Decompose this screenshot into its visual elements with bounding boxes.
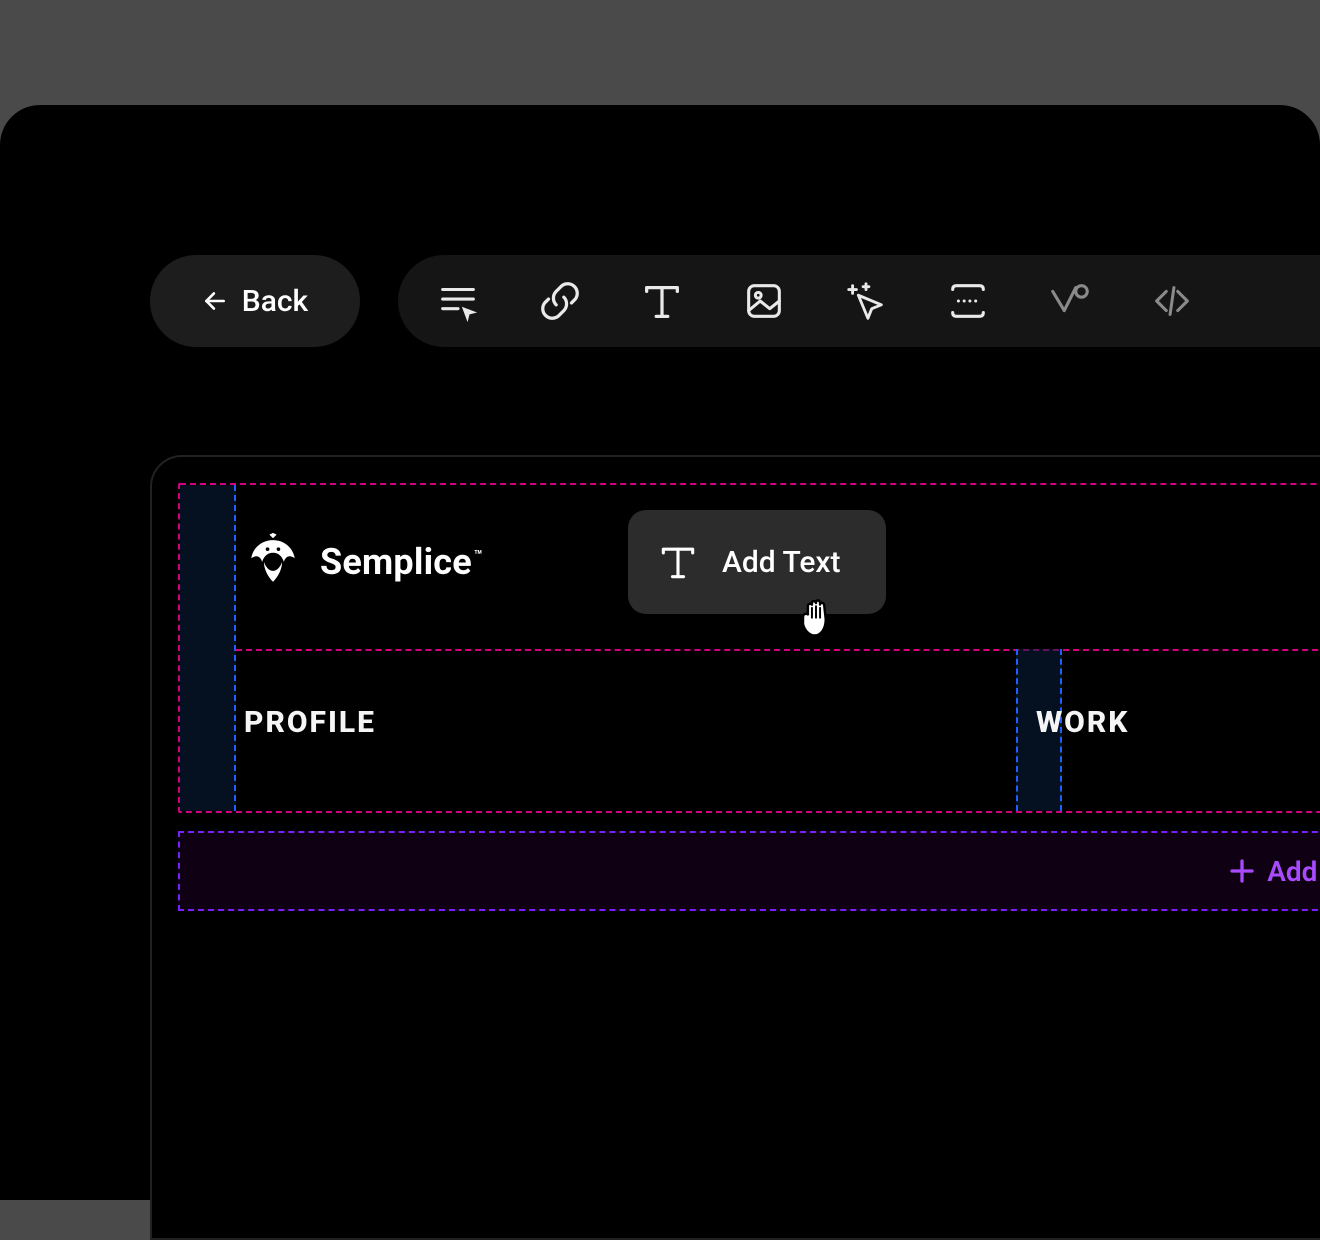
- add-row-label: Add Ro: [1267, 855, 1320, 888]
- toolbar: [398, 255, 1320, 347]
- logo-brand-label: Semplice: [320, 541, 472, 583]
- nav-item-work[interactable]: WORK: [1036, 705, 1129, 740]
- add-text-popup[interactable]: Add Text: [628, 510, 886, 614]
- code-icon: [1149, 278, 1195, 324]
- list-cursor-tool[interactable]: [430, 273, 486, 329]
- code-tool[interactable]: [1144, 273, 1200, 329]
- link-tool[interactable]: [532, 273, 588, 329]
- cursor-sparkle-icon: [843, 278, 889, 324]
- back-label: Back: [242, 284, 308, 319]
- logo-brand-text: Semplice™: [320, 541, 481, 583]
- editor-window: Back: [0, 105, 1320, 1200]
- arrow-left-icon: [202, 288, 228, 314]
- logo-trademark: ™: [474, 548, 483, 564]
- branch-icon: [1047, 278, 1093, 324]
- image-icon: [741, 278, 787, 324]
- top-bar: Back: [0, 255, 1320, 347]
- plus-icon: [1227, 856, 1257, 886]
- spacer-tool[interactable]: [940, 273, 996, 329]
- branch-tool[interactable]: [1042, 273, 1098, 329]
- add-row-button[interactable]: Add Ro: [1227, 855, 1320, 888]
- add-row-strip[interactable]: Add Ro: [178, 831, 1320, 911]
- text-tool[interactable]: [634, 273, 690, 329]
- eagle-logo-icon: [244, 531, 302, 593]
- grab-cursor-icon: [790, 590, 842, 642]
- logo[interactable]: Semplice™: [244, 531, 481, 593]
- cursor-sparkle-tool[interactable]: [838, 273, 894, 329]
- back-button[interactable]: Back: [150, 255, 360, 347]
- text-icon: [639, 278, 685, 324]
- list-cursor-icon: [435, 278, 481, 324]
- image-tool[interactable]: [736, 273, 792, 329]
- nav-item-profile[interactable]: PROFILE: [244, 705, 376, 740]
- add-text-label: Add Text: [722, 545, 841, 580]
- column-gutter-left[interactable]: [180, 485, 236, 811]
- row-divider: [236, 649, 1320, 651]
- spacer-icon: [945, 278, 991, 324]
- text-icon: [656, 540, 700, 584]
- link-icon: [537, 278, 583, 324]
- nav-row: PROFILE WORK: [244, 705, 1320, 740]
